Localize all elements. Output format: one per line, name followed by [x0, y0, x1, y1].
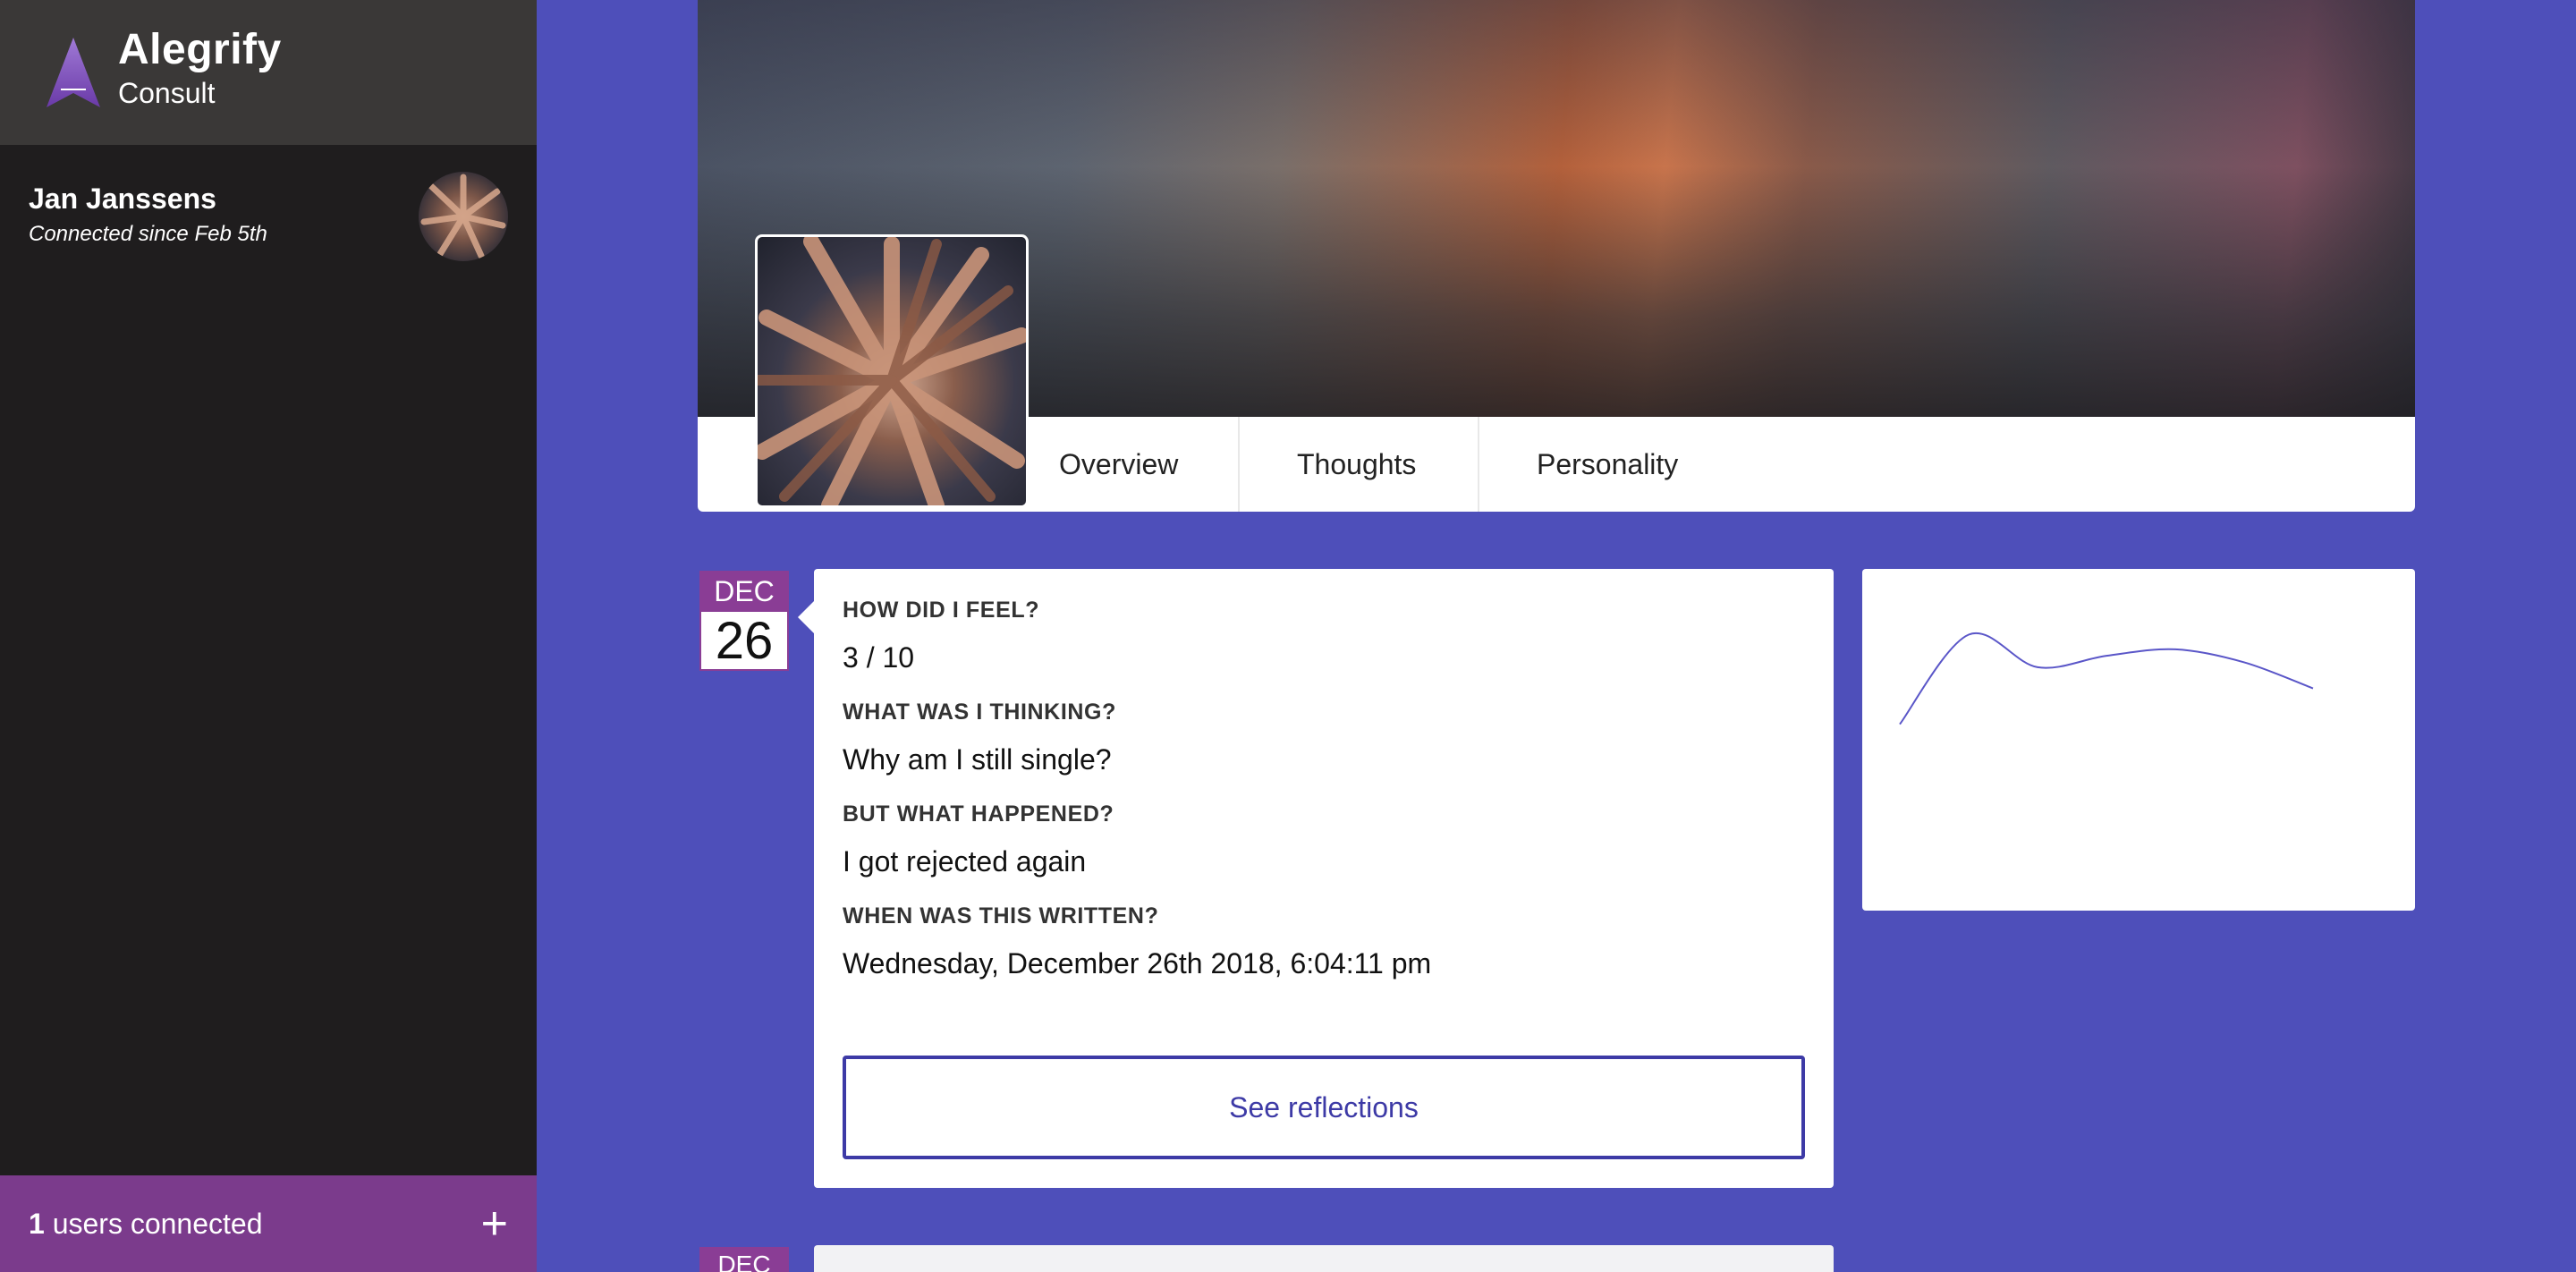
users-connected-count: 1 — [29, 1207, 45, 1240]
tab-personality[interactable]: Personality — [1478, 417, 1746, 512]
mood-chart-card — [1862, 569, 2415, 911]
hands-photo-icon — [420, 174, 506, 259]
plus-icon[interactable]: + — [481, 1200, 508, 1247]
question-label-written: WHEN WAS THIS WRITTEN? — [843, 903, 1159, 929]
brand-subtitle: Consult — [118, 77, 216, 109]
brand-header[interactable]: Alegrify Consult — [0, 0, 537, 145]
next-entry-card[interactable] — [814, 1245, 1834, 1272]
mood-series-line — [1899, 632, 2314, 725]
hands-together-photo-icon — [758, 237, 1026, 505]
answer-thinking: Why am I still single? — [843, 743, 1112, 776]
answer-written: Wednesday, December 26th 2018, 6:04:11 p… — [843, 947, 1432, 979]
next-entry-date-month: DEC — [699, 1247, 789, 1272]
question-label-feel: HOW DID I FEEL? — [843, 598, 1040, 623]
entry-date-day: 26 — [699, 612, 789, 671]
users-connected-footer: 1 users connected + — [0, 1175, 537, 1272]
see-reflections-button[interactable]: See reflections — [843, 1056, 1805, 1159]
tab-thoughts[interactable]: Thoughts — [1238, 417, 1479, 512]
thought-entry-card: HOW DID I FEEL? 3 / 10 WHAT WAS I THINKI… — [798, 569, 1834, 1188]
connected-since-text: Connected since Feb 5th — [29, 222, 267, 246]
question-label-thinking: WHAT WAS I THINKING? — [843, 700, 1116, 725]
entry-date-month: DEC — [699, 571, 789, 612]
entry-date-badge: DEC 26 — [699, 571, 789, 671]
users-connected-label: users connected — [44, 1207, 263, 1240]
brand-name: Alegrify — [118, 26, 282, 73]
answer-feel: 3 / 10 — [843, 641, 915, 674]
answer-happened: I got rejected again — [843, 845, 1087, 878]
sidebar: Alegrify Consult Jan Janssens Connected … — [0, 0, 537, 1272]
question-label-happened: BUT WHAT HAPPENED? — [843, 801, 1114, 827]
profile-picture[interactable] — [755, 234, 1029, 508]
alegrify-logo-icon — [47, 38, 100, 107]
connected-user-name[interactable]: Jan Janssens — [29, 182, 216, 216]
users-connected-text: 1 users connected — [29, 1208, 263, 1241]
user-avatar[interactable] — [419, 172, 508, 261]
mood-line-chart — [1899, 632, 2314, 725]
